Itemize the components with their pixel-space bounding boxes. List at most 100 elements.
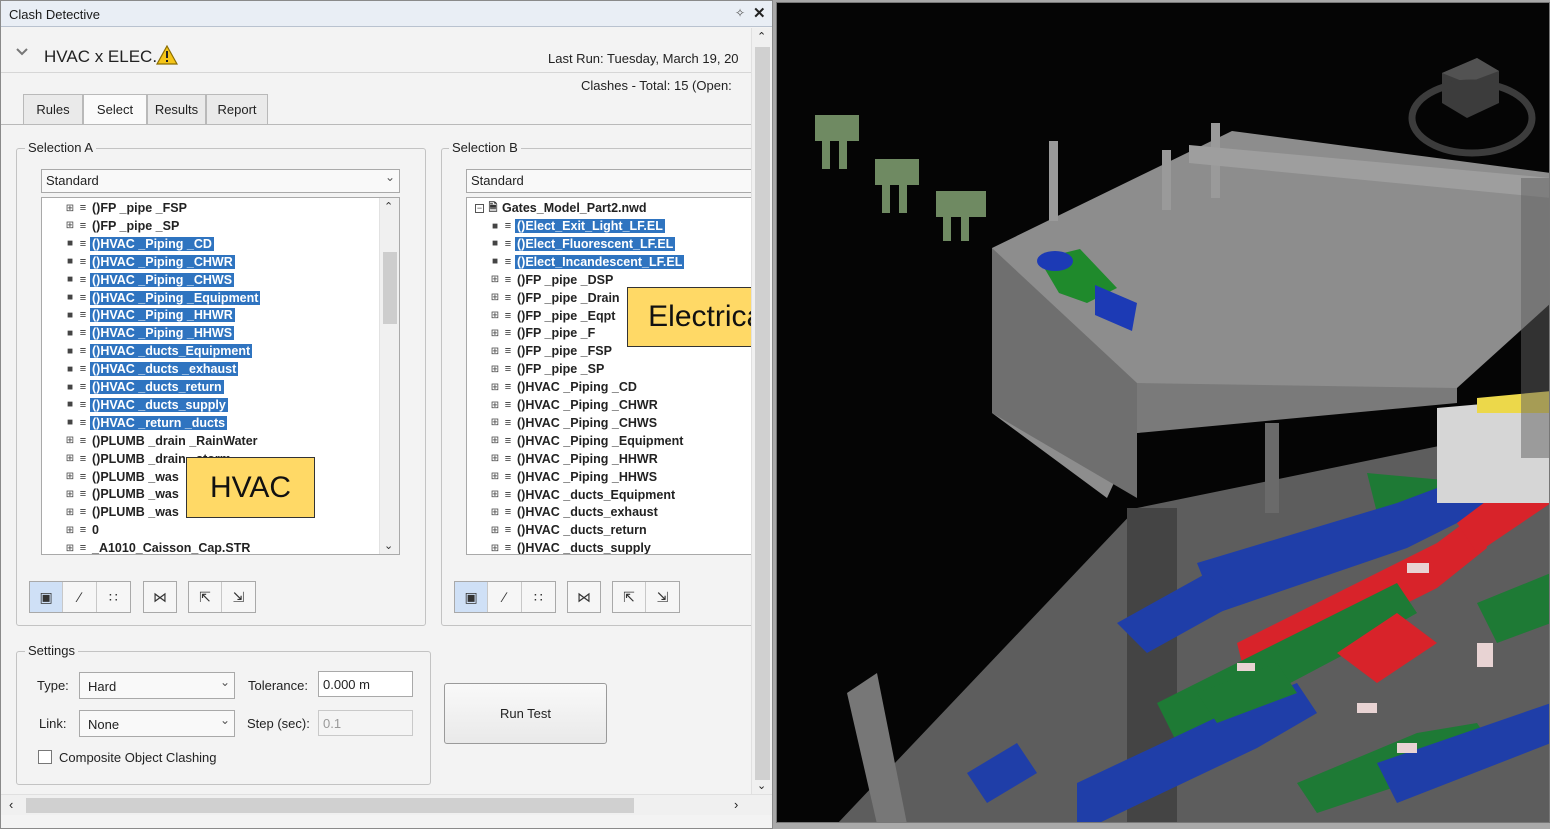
tree-row[interactable]: ■ ≡ ()HVAC _Piping _HHWS — [64, 324, 235, 342]
plus-box-icon[interactable]: ⊞ — [489, 453, 501, 464]
partial-select-box-icon[interactable]: ■ — [64, 274, 76, 285]
tree-row[interactable]: ⊞ ≡ ()FP _pipe _F — [489, 324, 597, 342]
select-in-scene-icon[interactable]: ⇲ — [646, 582, 679, 612]
plus-box-icon[interactable]: ⊞ — [64, 507, 76, 518]
tree-root-row[interactable]: − 🗎 Gates_Model_Part2.nwd — [475, 199, 649, 217]
scroll-down-icon[interactable]: ⌄ — [757, 779, 766, 792]
self-intersect-icon[interactable]: ⋈ — [568, 582, 600, 612]
partial-select-box-icon[interactable]: ■ — [64, 364, 76, 375]
tree-row[interactable]: ⊞ ≡ ()FP _pipe _FSP — [489, 342, 614, 360]
selection-b-mode-select[interactable]: Standard — [466, 169, 751, 193]
tree-row[interactable]: ⊞ ≡ ()HVAC _ducts_return — [489, 521, 649, 539]
chevron-down-icon[interactable] — [15, 46, 29, 58]
run-test-button[interactable]: Run Test — [444, 683, 607, 744]
tree-row[interactable]: ⊞ ≡ 0 — [64, 521, 101, 539]
tree-row[interactable]: ⊞ ≡ ()HVAC _Piping _HHWS — [489, 468, 659, 486]
tree-row[interactable]: ■ ≡ ()HVAC _Piping _Equipment — [64, 289, 261, 307]
scroll-up-icon[interactable]: ⌃ — [757, 30, 766, 43]
tree-row[interactable]: ⊞ ≡ ()PLUMB _was — [64, 468, 181, 486]
points-icon[interactable]: ∷ — [522, 582, 555, 612]
tolerance-input[interactable]: 0.000 m — [318, 671, 413, 697]
plus-box-icon[interactable]: ⊞ — [489, 292, 501, 303]
tree-row[interactable]: ⊞ ≡ ()HVAC _Piping _CD — [489, 378, 639, 396]
self-intersect-icon[interactable]: ⋈ — [144, 582, 176, 612]
lines-icon[interactable]: ∕ — [63, 582, 97, 612]
selection-a-mode-select[interactable]: Standard ⌄ — [41, 169, 400, 193]
tree-row[interactable]: ⊞ ≡ ()HVAC _ducts_supply — [489, 539, 653, 554]
selection-a-scroll-thumb[interactable] — [383, 252, 397, 324]
plus-box-icon[interactable]: ⊞ — [64, 543, 76, 554]
plus-box-icon[interactable]: ⊞ — [489, 400, 501, 411]
tree-row[interactable]: ■ ≡ ()HVAC _Piping _HHWR — [64, 306, 235, 324]
surfaces-icon[interactable]: ▣ — [455, 582, 489, 612]
tab-results[interactable]: Results — [147, 94, 206, 125]
partial-select-box-icon[interactable]: ■ — [64, 382, 76, 393]
partial-select-box-icon[interactable]: ■ — [489, 221, 501, 232]
plus-box-icon[interactable]: ⊞ — [489, 489, 501, 500]
tree-row[interactable]: ⊞ ≡ ()HVAC _ducts_exhaust — [489, 503, 660, 521]
plus-box-icon[interactable]: ⊞ — [489, 346, 501, 357]
partial-select-box-icon[interactable]: ■ — [489, 256, 501, 267]
plus-box-icon[interactable]: ⊞ — [64, 453, 76, 464]
tab-report[interactable]: Report — [206, 94, 268, 125]
plus-box-icon[interactable]: ⊞ — [489, 382, 501, 393]
tree-row[interactable]: ■ ≡ ()HVAC _ducts_Equipment — [64, 342, 253, 360]
composite-object-clashing-checkbox[interactable] — [38, 750, 52, 764]
tree-row[interactable]: ⊞ ≡ ()FP _pipe _FSP — [64, 199, 189, 217]
close-icon[interactable]: ✕ — [753, 4, 766, 22]
partial-select-box-icon[interactable]: ■ — [489, 238, 501, 249]
plus-box-icon[interactable]: ⊞ — [64, 435, 76, 446]
panel-vertical-scrollbar[interactable]: ⌃ ⌄ — [751, 28, 772, 794]
tree-row[interactable]: ⊞ ≡ ()PLUMB _drain _RainWater — [64, 432, 260, 450]
tree-row[interactable]: ⊞ ≡ ()HVAC _Piping _HHWR — [489, 450, 660, 468]
tree-row[interactable]: ⊞ ≡ _A1010_Caisson_Cap.STR — [64, 539, 252, 554]
plus-box-icon[interactable]: ⊞ — [489, 471, 501, 482]
panel-horizontal-scrollbar[interactable]: ‹ › — [1, 794, 772, 815]
scroll-right-icon[interactable]: › — [734, 797, 738, 812]
plus-box-icon[interactable]: ⊞ — [489, 507, 501, 518]
tree-row[interactable]: ■ ≡ ()HVAC _ducts_return — [64, 378, 224, 396]
plus-box-icon[interactable]: ⊞ — [64, 471, 76, 482]
scroll-left-icon[interactable]: ‹ — [9, 797, 13, 812]
partial-select-box-icon[interactable]: ■ — [64, 346, 76, 357]
tree-row[interactable]: ⊞ ≡ ()HVAC _Piping _CHWS — [489, 414, 659, 432]
tree-row[interactable]: ■ ≡ ()HVAC _ducts_supply — [64, 396, 228, 414]
tree-row[interactable]: ■ ≡ ()HVAC _Piping _CD — [64, 235, 214, 253]
plus-box-icon[interactable]: ⊞ — [64, 525, 76, 536]
tree-row[interactable]: ■ ≡ ()HVAC _ducts _exhaust — [64, 360, 239, 378]
link-select[interactable]: None ⌄ — [79, 710, 235, 737]
plus-box-icon[interactable]: ⊞ — [489, 417, 501, 428]
type-select[interactable]: Hard ⌄ — [79, 672, 235, 699]
tree-row[interactable]: ⊞ ≡ ()FP _pipe _SP — [64, 217, 181, 235]
tree-row[interactable]: ■ ≡ ()HVAC _return _ducts — [64, 414, 228, 432]
scroll-up-icon[interactable]: ⌃ — [384, 200, 393, 213]
tree-row[interactable]: ⊞ ≡ ()PLUMB _was — [64, 503, 181, 521]
plus-box-icon[interactable]: ⊞ — [64, 203, 76, 214]
plus-box-icon[interactable]: ⊞ — [64, 220, 76, 231]
plus-box-icon[interactable]: ⊞ — [64, 489, 76, 500]
panel-horizontal-scroll-thumb[interactable] — [26, 798, 634, 813]
plus-box-icon[interactable]: ⊞ — [489, 310, 501, 321]
tree-row[interactable]: ■ ≡ ()HVAC _Piping _CHWR — [64, 253, 235, 271]
tree-row[interactable]: ■ ≡ ()HVAC _Piping _CHWS — [64, 271, 235, 289]
tree-row[interactable]: ⊞ ≡ ()FP _pipe _SP — [489, 360, 606, 378]
panel-vertical-scroll-thumb[interactable] — [755, 47, 770, 780]
tab-select[interactable]: Select — [83, 94, 147, 125]
select-in-scene-icon[interactable]: ⇲ — [222, 582, 255, 612]
partial-select-box-icon[interactable]: ■ — [64, 238, 76, 249]
tree-row[interactable]: ■ ≡ ()Elect_Incandescent_LF.EL — [489, 253, 685, 271]
use-current-selection-icon[interactable]: ⇱ — [613, 582, 647, 612]
pin-icon[interactable]: ✧ — [735, 6, 745, 20]
plus-box-icon[interactable]: ⊞ — [489, 328, 501, 339]
plus-box-icon[interactable]: ⊞ — [489, 525, 501, 536]
3d-viewport[interactable] — [776, 2, 1550, 823]
selection-b-tree[interactable]: − 🗎 Gates_Model_Part2.nwd ■ ≡ ()Elect_Exit… — [466, 197, 751, 555]
partial-select-box-icon[interactable]: ■ — [64, 417, 76, 428]
tree-row[interactable]: ⊞ ≡ ()PLUMB _was — [64, 485, 181, 503]
lines-icon[interactable]: ∕ — [488, 582, 522, 612]
partial-select-box-icon[interactable]: ■ — [64, 310, 76, 321]
tree-row[interactable]: ⊞ ≡ ()HVAC _Piping _CHWR — [489, 396, 660, 414]
plus-box-icon[interactable]: ⊞ — [489, 364, 501, 375]
tree-row[interactable]: ⊞ ≡ ()FP _pipe _Eqpt — [489, 307, 617, 325]
tree-row[interactable]: ⊞ ≡ ()FP _pipe _DSP — [489, 271, 615, 289]
